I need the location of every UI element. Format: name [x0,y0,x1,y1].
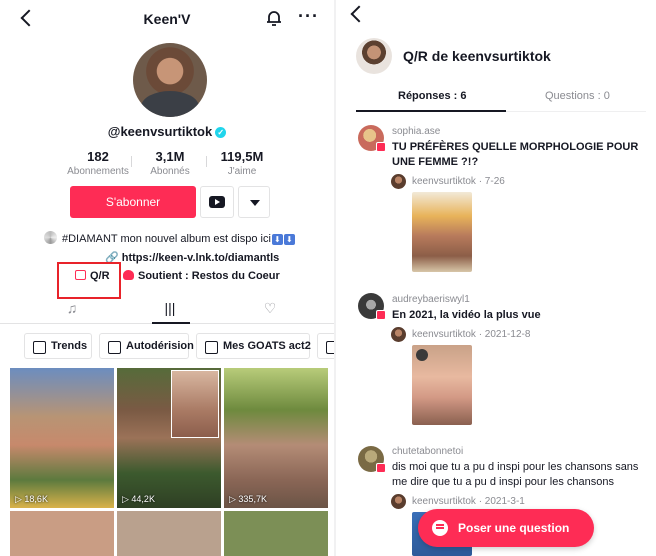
active-tab-indicator [152,322,190,324]
answer-date: · 2021-3-1 [478,496,525,507]
asker-name[interactable]: sophia.ase [392,126,440,137]
video-thumbnail[interactable]: 335,7K [224,368,328,508]
profile-header: Keen'V ··· [0,0,334,38]
responder-name: keenvsurtiktok [412,496,476,507]
video-thumbnail[interactable] [10,511,114,556]
question-badge-icon [376,142,386,152]
playlist-chip-trends[interactable]: Trends [24,333,92,359]
question-bubble-icon [432,520,448,536]
back-arrow-icon[interactable] [348,4,368,24]
responder-avatar [391,494,406,509]
qr-label: Q/R [90,270,110,282]
liked-videos-tab-icon[interactable]: ♡ [258,300,282,318]
charity-heart-icon [123,270,134,280]
bell-icon[interactable] [264,8,284,28]
playlist-chip-goats[interactable]: Mes GOATS act2 [196,333,311,359]
stat-likes[interactable]: 119,5M J'aime [202,149,282,177]
view-count: 335,7K [229,494,267,505]
view-count: 18,6K [15,494,48,505]
active-tab-indicator [356,110,506,112]
stat-value: 182 [87,149,109,164]
answer-date: · 7-26 [478,176,505,187]
responder-avatar [391,327,406,342]
answer-video-thumbnail[interactable] [412,192,472,272]
ask-question-button[interactable]: Poser une question [418,509,594,547]
tab-questions[interactable]: Questions : 0 [545,90,610,102]
stat-following[interactable]: 182 Abonnements [58,149,138,177]
video-thumbnail[interactable] [224,511,328,556]
question-text: dis moi que tu a pu d inspi pour les cha… [392,461,639,488]
responder-avatar [391,174,406,189]
qr-button[interactable]: Q/R [75,270,110,282]
stat-value: 119,5M [220,149,264,164]
question-text: TU PRÉFÈRES QUELLE MORPHOLOGIE POUR UNE … [392,141,639,168]
profile-link[interactable]: 🔗 https://keen-v.lnk.to/diamantls [105,251,279,264]
playlist-chip-more[interactable] [317,333,334,359]
stat-label: Abonnements [67,166,129,177]
stat-value: 3,1M [155,149,185,164]
responder-name: keenvsurtiktok [412,329,476,340]
username: @keenvsurtiktok [107,124,213,139]
question-badge-icon [376,310,386,320]
answer-video-thumbnail[interactable] [412,345,472,425]
support-charity-link[interactable]: Soutient : Restos du Coeur [123,270,280,282]
video-overlay-avatar [416,349,428,361]
qa-screen: Q/R de keenvsurtiktok Réponses : 6 Quest… [336,0,656,556]
video-thumbnail[interactable] [117,511,221,556]
verified-badge-icon: ✓ [215,127,227,138]
youtube-button[interactable] [200,186,234,218]
qa-avatar [356,38,392,74]
down-arrow-emoji-icon: ⬇ [271,234,283,245]
video-thumbnail[interactable]: 44,2K [117,368,221,508]
stat-followers[interactable]: 3,1M Abonnés [130,149,210,177]
videos-grid-tab-icon[interactable]: ||| [158,300,182,318]
username-line: @keenvsurtiktok ✓ [0,124,334,139]
suggestions-dropdown-button[interactable] [238,186,270,218]
tab-answers[interactable]: Réponses : 6 [398,90,466,102]
video-thumbnail[interactable]: 18,6K [10,368,114,508]
stat-label: J'aime [227,166,257,177]
profile-screen: Keen'V ··· @keenvsurtiktok ✓ 182 Abonnemen… [0,0,334,556]
question-badge-icon [376,463,386,473]
answer-meta: keenvsurtiktok · 2021-12-8 [412,329,530,340]
disc-icon [44,231,57,244]
support-label: Soutient : Restos du Coeur [138,270,280,282]
more-options-icon[interactable]: ··· [298,7,319,25]
ask-question-label: Poser une question [458,521,570,535]
answer-date: · 2021-12-8 [478,329,531,340]
qa-header [336,0,656,38]
bio-text: #DIAMANT mon nouvel album est dispo ici [62,233,271,245]
answer-meta: keenvsurtiktok · 7-26 [412,176,505,187]
answer-meta: keenvsurtiktok · 2021-3-1 [412,496,525,507]
stat-label: Abonnés [150,166,190,177]
bio: #DIAMANT mon nouvel album est dispo ici ⬇… [44,231,295,245]
view-count: 44,2K [122,494,155,505]
asker-name[interactable]: audreybaeriswyl1 [392,294,470,305]
content-tabs: ♫ ||| ♡ [0,296,334,324]
follow-button[interactable]: S'abonner [70,186,196,218]
responder-name: keenvsurtiktok [412,176,476,187]
youtube-icon [209,196,225,208]
music-tab-icon[interactable]: ♫ [60,300,84,318]
qa-title: Q/R de keenvsurtiktok [403,48,551,64]
down-arrow-emoji-icon: ⬇ [283,234,295,245]
playlist-chip-autoderision[interactable]: Autodérision [99,333,194,359]
profile-avatar [133,43,207,117]
question-bubble-icon [75,270,86,280]
duet-inset-video [171,370,219,438]
question-text: En 2021, la vidéo la plus vue [392,309,541,321]
asker-name[interactable]: chutetabonnetoi [392,446,463,457]
profile-link-text: https://keen-v.lnk.to/diamantls [121,252,280,264]
